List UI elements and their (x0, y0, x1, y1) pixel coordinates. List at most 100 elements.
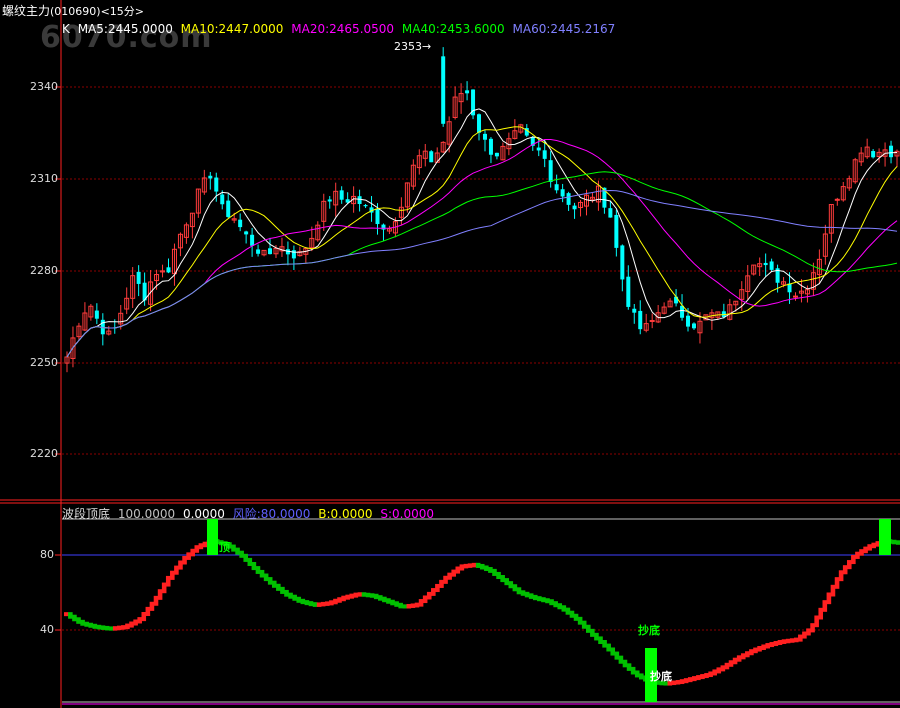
candle-body-down (572, 205, 577, 210)
indicator-step-up (838, 570, 844, 582)
candle-body-up (649, 319, 655, 322)
candle-body-down (769, 261, 774, 270)
indicator-step-up (696, 675, 701, 681)
high-price-marker: 2353→ (394, 40, 431, 53)
candle-body-down (548, 160, 553, 182)
spike-body (441, 56, 446, 124)
candle-body-down (638, 310, 643, 330)
indicator-step-up (761, 644, 766, 651)
indicator-step-up (818, 607, 824, 620)
indicator-step-up (732, 657, 738, 665)
indicator-step-down (561, 605, 567, 612)
indicator-step-down (88, 622, 94, 628)
candle-body-down (363, 205, 368, 207)
indicator-step-down (606, 643, 611, 652)
indicator-step-down (255, 566, 261, 574)
candle-body-down (136, 271, 141, 284)
indicator-step-up (802, 631, 807, 639)
indicator-step-down (479, 563, 485, 570)
candle-body-down (226, 200, 231, 217)
candle-body-down (238, 219, 243, 228)
indicator-step-up (194, 545, 200, 553)
top-signal-label: 顶 (219, 541, 230, 554)
top-signal-bar-right (879, 519, 891, 555)
indicator-step-down (598, 636, 603, 645)
candle-body-down (477, 114, 482, 133)
candle-body-down (268, 248, 273, 255)
indicator-step-down (891, 539, 897, 545)
indicator-step-up (830, 584, 836, 597)
indicator-step-up (675, 680, 681, 685)
indicator-step-up (785, 638, 791, 644)
price-tick-2310: 2310 (30, 172, 58, 185)
top-signal-bar (207, 519, 218, 555)
indicator-step-up (137, 617, 142, 624)
indicator-step-up (863, 546, 868, 554)
indicator-step-up (704, 673, 709, 679)
indicator-step-up (329, 600, 334, 606)
instrument-name: 螺纹主力 (2, 4, 51, 18)
indicator-step-up (341, 595, 346, 602)
indicator-step-down (382, 596, 387, 603)
candle-body-down (566, 193, 571, 205)
indicator-step-up (190, 548, 195, 557)
arrow-right-icon: → (422, 40, 432, 53)
indicator-step-down (569, 610, 575, 618)
indicator-step-down (96, 624, 102, 630)
indicator-step-up (810, 623, 815, 633)
candle-body-down (482, 133, 487, 140)
candle-body-down (429, 151, 434, 163)
bottom-signal-mark: 抄底 (650, 670, 672, 683)
indicator-step-down (235, 547, 240, 555)
candle-body-down (214, 177, 219, 192)
indicator-step-up (439, 579, 444, 588)
indicator-step-up (757, 646, 762, 652)
indicator-step-up (679, 679, 685, 685)
candle-body-down (339, 190, 344, 200)
indicator-step-up (178, 560, 183, 570)
indicator-step-down (537, 596, 542, 602)
chart-canvas[interactable] (0, 0, 900, 708)
indicator-step-up (145, 606, 151, 616)
indicator-step-up (455, 566, 461, 574)
indicator-step-up (859, 549, 864, 556)
ma60-line (66, 189, 898, 358)
indicator-step-up (345, 594, 350, 600)
candle-body-down (244, 231, 249, 235)
indicator-step-down (100, 625, 106, 630)
indicator-step-up (806, 628, 811, 636)
indicator-step-up (426, 591, 432, 600)
ma-legend: K MA5:2445.0000 MA10:2447.0000 MA20:2465… (62, 22, 619, 36)
indicator-step-down (492, 568, 497, 576)
candle-body-down (620, 245, 625, 280)
indicator-step-down (610, 647, 616, 656)
indicator-step-down (398, 602, 403, 609)
indicator-step-down (528, 593, 534, 599)
indicator-step-up (753, 647, 758, 654)
indicator-step-up (117, 625, 122, 631)
indicator-step-down (512, 584, 518, 592)
indicator-value-1: 100.0000 (117, 507, 176, 521)
ma5-value: MA5:2445.0000 (77, 22, 173, 36)
indicator-step-up (129, 621, 134, 628)
price-tick-2220: 2220 (30, 447, 58, 460)
indicator-step-down (508, 581, 514, 589)
indicator-step-up (418, 599, 424, 607)
indicator-step-up (357, 592, 363, 597)
indicator-step-down (280, 586, 285, 594)
indicator-step-up (333, 598, 338, 605)
indicator-name: 波段顶底 (62, 507, 111, 521)
indicator-step-down (630, 666, 636, 675)
indicator-step-down (532, 594, 538, 601)
indicator-step-up (765, 643, 771, 649)
indicator-step-down (475, 562, 481, 568)
candle-body-down (208, 175, 213, 179)
indicator-step-up (769, 642, 775, 648)
candle-body-down (674, 296, 679, 304)
candle-body-down (560, 189, 565, 197)
indicator-b: B:0.0000 (318, 507, 373, 521)
indicator-step-up (157, 589, 163, 600)
indicator-step-down (231, 544, 236, 552)
indicator-step-down (84, 621, 89, 627)
indicator-step-down (895, 540, 900, 545)
